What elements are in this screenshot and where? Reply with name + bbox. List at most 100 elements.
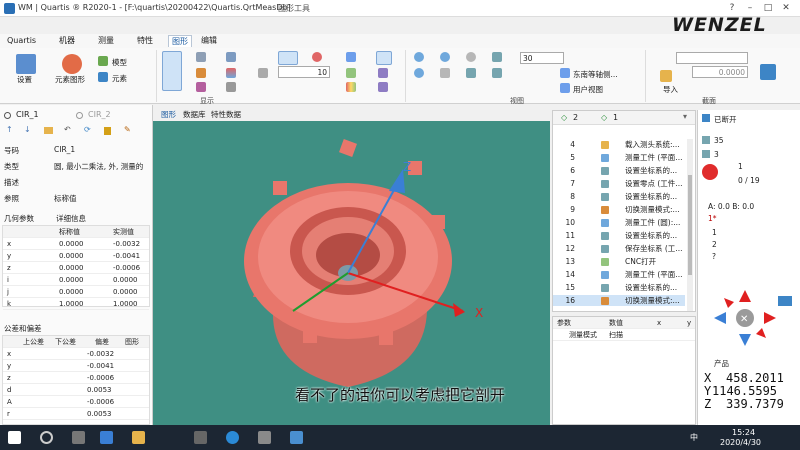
tolerance-row[interactable]: y -0.0041 — [3, 360, 149, 372]
edge-icon[interactable] — [226, 431, 239, 444]
param-value[interactable]: 扫描 — [609, 329, 623, 341]
geometry-row[interactable]: j 0.0000 0.0000 — [3, 286, 149, 298]
shade-icon[interactable] — [226, 82, 236, 92]
feature-tab-cir1[interactable]: CIR_1 — [4, 110, 64, 121]
tolerance-row[interactable]: x -0.0032 — [3, 348, 149, 360]
undo-icon[interactable]: ↶ — [64, 125, 71, 134]
program-step[interactable]: 9 切换测量模式:... — [553, 204, 685, 215]
display-mode-icon[interactable] — [162, 51, 182, 91]
view-side-icon[interactable] — [492, 68, 502, 78]
up-arrow-icon[interactable]: ↑ — [6, 125, 13, 134]
3d-viewport[interactable]: X Z — [153, 121, 550, 425]
zoom-fit-icon[interactable] — [440, 52, 450, 62]
view-top-icon[interactable] — [492, 52, 502, 62]
windows-start-icon[interactable] — [8, 431, 21, 444]
geometry-row[interactable]: y 0.0000 -0.0041 — [3, 250, 149, 262]
add-section-icon[interactable] — [760, 64, 776, 80]
program-step[interactable]: 7 设置零点 (工件... — [553, 178, 685, 189]
menu-feature[interactable]: 特性 — [134, 35, 156, 47]
menu-measure[interactable]: 测量 — [95, 35, 117, 47]
zoom-out-icon[interactable] — [414, 68, 424, 78]
detail-tab[interactable]: 详细信息 — [56, 213, 86, 224]
color-icon[interactable] — [196, 68, 206, 78]
stop-button[interactable] — [702, 164, 718, 180]
section-value-input[interactable]: 0.0000 — [692, 66, 748, 78]
nav-icon[interactable]: ◇ — [601, 113, 607, 122]
user-view-button[interactable]: 用户视图 — [573, 84, 603, 95]
user-view-icon[interactable] — [560, 83, 570, 93]
isometric-view-icon[interactable] — [560, 68, 570, 78]
zoom-input[interactable]: 10 — [278, 66, 330, 78]
help-icon[interactable]: ? — [726, 2, 738, 14]
edit-icon[interactable]: ✎ — [124, 125, 131, 134]
import-icon[interactable] — [660, 70, 672, 82]
app-icon[interactable] — [258, 431, 271, 444]
program-step[interactable]: 5 测量工件 (平面... — [553, 152, 685, 163]
refresh-icon[interactable]: ⟳ — [84, 125, 91, 134]
down-arrow-icon[interactable]: ↓ — [24, 125, 31, 134]
clock-date[interactable]: 2020/4/30 — [720, 438, 761, 447]
bars-icon[interactable] — [346, 82, 356, 92]
cube-icon[interactable] — [226, 52, 236, 62]
import-button[interactable]: 导入 — [663, 84, 678, 95]
frame-icon[interactable] — [378, 68, 388, 78]
jog-control[interactable]: ✕ — [710, 288, 780, 348]
folder-icon[interactable] — [132, 431, 145, 444]
menu-machine[interactable]: 机器 — [56, 35, 78, 47]
menu-quartis[interactable]: Quartis — [4, 35, 39, 47]
program-step[interactable]: 8 设置坐标系的... — [553, 191, 685, 202]
element-graphic-icon[interactable] — [62, 54, 82, 74]
tolerance-row[interactable]: d 0.0053 — [3, 384, 149, 396]
program-step[interactable]: 10 测量工件 (圆):... — [553, 217, 685, 228]
quartis-icon[interactable] — [290, 431, 303, 444]
nav-icon[interactable]: ◇ — [561, 113, 567, 122]
frame2-icon[interactable] — [378, 82, 388, 92]
program-step[interactable]: 6 设置坐标系的... — [553, 165, 685, 176]
view-front-icon[interactable] — [466, 68, 476, 78]
program-step[interactable]: 4 载入测头系统:... — [553, 139, 685, 150]
element-button-label[interactable]: 元素 — [112, 73, 127, 84]
program-step[interactable]: 16 切换测量模式:... — [553, 295, 685, 306]
maximize-button[interactable]: □ — [762, 2, 774, 14]
tolerance-row[interactable]: z -0.0006 — [3, 372, 149, 384]
geometry-row[interactable]: i 0.0000 0.0000 — [3, 274, 149, 286]
element-icon[interactable] — [98, 72, 108, 82]
rotate-icon[interactable] — [466, 52, 476, 62]
tolerance-row[interactable]: r 0.0053 — [3, 408, 149, 420]
app-icon[interactable] — [100, 431, 113, 444]
program-step[interactable]: 14 测量工件 (平面... — [553, 269, 685, 280]
folder-icon[interactable] — [44, 127, 53, 134]
program-step[interactable]: 15 设置坐标系的... — [553, 282, 685, 293]
target-icon[interactable] — [312, 52, 322, 62]
menu-graphics[interactable]: 图形 — [168, 35, 192, 47]
feature-tab-cir2[interactable]: CIR_2 — [76, 110, 136, 121]
axis-icon[interactable] — [346, 52, 356, 62]
scrollbar[interactable] — [687, 139, 693, 311]
tab-feature-data[interactable]: 特性数据 — [211, 109, 241, 120]
settings-button-label[interactable]: 设置 — [17, 74, 32, 85]
element-graphic-button-label[interactable]: 元素图形 — [55, 74, 85, 85]
app-icon[interactable] — [72, 431, 85, 444]
pen-icon[interactable] — [258, 68, 268, 78]
ime-indicator[interactable]: 中 — [690, 432, 698, 443]
palette-icon[interactable] — [196, 82, 206, 92]
gradient-icon[interactable] — [226, 68, 236, 78]
tab-graphics[interactable]: 图形 — [161, 109, 176, 120]
settings-icon[interactable] — [16, 54, 36, 74]
line-icon[interactable] — [278, 51, 298, 65]
clock-time[interactable]: 15:24 — [732, 428, 755, 437]
view-angle-input[interactable]: 30 — [520, 52, 564, 64]
program-step[interactable]: 13 CNC打开 — [553, 256, 685, 267]
lock-icon[interactable] — [104, 127, 111, 135]
search-icon[interactable] — [40, 431, 53, 444]
geometry-row[interactable]: k 1.0000 1.0000 — [3, 298, 149, 310]
chart-icon[interactable] — [346, 68, 356, 78]
calculator-icon[interactable] — [194, 431, 207, 444]
model-icon[interactable] — [98, 56, 108, 66]
tab-database[interactable]: 数据库 — [183, 109, 206, 120]
program-step[interactable]: 12 保存坐标系 (工... — [553, 243, 685, 254]
model-button-label[interactable]: 模型 — [112, 57, 127, 68]
pan-icon[interactable] — [440, 68, 450, 78]
geometry-row[interactable]: z 0.0000 -0.0006 — [3, 262, 149, 274]
axes-toggle-icon[interactable] — [376, 51, 392, 65]
